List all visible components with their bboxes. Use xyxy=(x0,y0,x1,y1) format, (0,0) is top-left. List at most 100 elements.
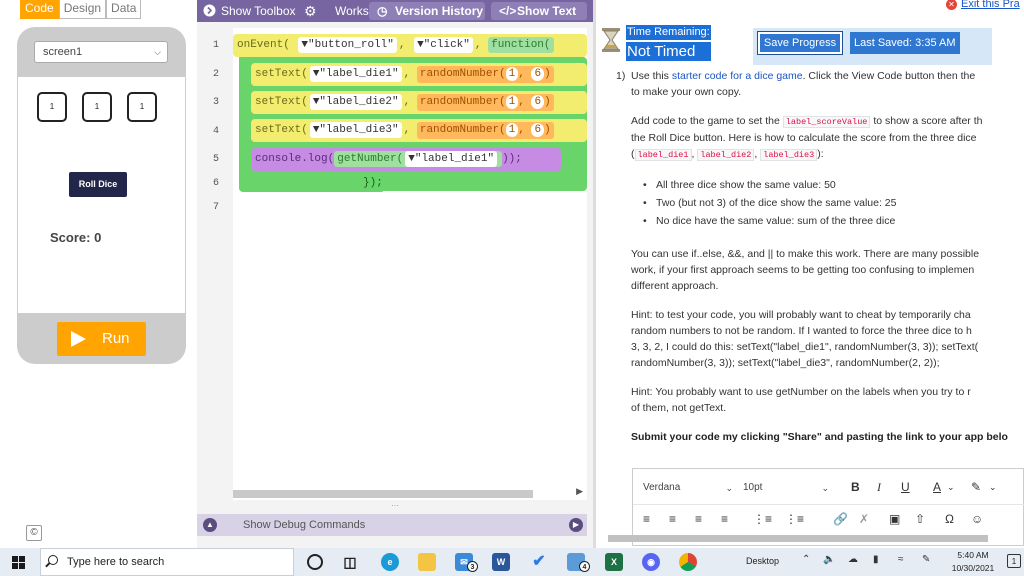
version-history-button[interactable]: ◷ Version History xyxy=(369,2,485,20)
underline-icon[interactable]: U xyxy=(901,478,910,496)
emoji-icon[interactable]: ☺ xyxy=(971,510,983,528)
randomnumber-block[interactable]: randomNumber(1, 6) xyxy=(416,122,554,139)
unlink-icon[interactable]: ✗ xyxy=(859,510,869,528)
dropdown-label-die1[interactable]: ▼"label_die1" xyxy=(309,66,402,82)
edge-icon[interactable]: e xyxy=(381,553,399,571)
number-min[interactable]: 1 xyxy=(505,67,519,81)
debug-bar[interactable]: ▲ Show Debug Commands ▶ xyxy=(197,514,587,536)
file-explorer-icon[interactable] xyxy=(418,553,436,571)
battery-icon[interactable]: ▮ xyxy=(873,554,879,565)
show-debug-commands[interactable]: Show Debug Commands xyxy=(243,514,365,536)
task-view-icon[interactable]: ◫ xyxy=(341,553,359,571)
starter-code-link[interactable]: starter code for a dice game xyxy=(672,70,803,82)
exit-link[interactable]: ✕ Exit this Pra xyxy=(946,0,1020,10)
toolbox-toggle-icon[interactable] xyxy=(203,0,216,22)
copyright-icon[interactable]: © xyxy=(26,525,42,541)
list-item: Two (but not 3) of the dice show the sam… xyxy=(643,194,1024,212)
resize-handle[interactable]: ⋯ xyxy=(385,502,405,510)
todo-icon[interactable]: ✔ xyxy=(530,553,548,571)
chevron-up-icon[interactable]: ▲ xyxy=(203,518,217,532)
bullet-list-icon[interactable]: ⋮≡ xyxy=(753,510,772,528)
chevron-up-icon[interactable]: ⌃ xyxy=(802,554,810,565)
list-item: No dice have the same value: sum of the … xyxy=(643,212,1024,230)
volume-icon[interactable]: 🔈 xyxy=(823,554,835,565)
onevent-keyword: onEvent( xyxy=(237,39,290,51)
number-max[interactable]: 6 xyxy=(531,67,545,81)
upload-icon[interactable]: ⇧ xyxy=(915,510,925,528)
number-max[interactable]: 6 xyxy=(531,95,545,109)
chevron-down-icon[interactable]: ⌄ xyxy=(989,478,997,496)
bold-icon[interactable]: B xyxy=(851,478,860,496)
align-left-icon[interactable]: ≡ xyxy=(643,510,650,528)
desktop-toolbar[interactable]: Desktop xyxy=(746,548,779,575)
excel-icon[interactable]: X xyxy=(605,553,623,571)
show-toolbox-button[interactable]: Show Toolbox xyxy=(221,0,296,22)
save-progress-button[interactable]: Save Progress xyxy=(757,31,843,55)
text-color-icon[interactable]: A xyxy=(933,478,941,496)
show-text-button[interactable]: </> Show Text xyxy=(491,2,587,20)
word-icon[interactable]: W xyxy=(492,553,510,571)
align-center-icon[interactable]: ≡ xyxy=(669,510,676,528)
dropdown-label-die2[interactable]: ▼"label_die2" xyxy=(309,94,402,110)
italic-icon[interactable]: I xyxy=(877,478,881,496)
windows-start-icon[interactable] xyxy=(12,556,25,569)
chrome-icon[interactable] xyxy=(679,553,697,571)
randomnumber-block[interactable]: randomNumber(1, 6) xyxy=(416,66,554,83)
settext-die3-block[interactable]: setText(▼"label_die3", randomNumber(1, 6… xyxy=(251,119,587,142)
horizontal-scrollbar[interactable] xyxy=(596,532,1024,544)
block-editor[interactable]: onEvent( ▼"button_roll", ▼"click", funct… xyxy=(233,28,587,500)
gear-icon[interactable]: ⚙ xyxy=(304,0,317,22)
pen-icon[interactable]: ✎ xyxy=(922,554,930,565)
dropdown-label-die3[interactable]: ▼"label_die3" xyxy=(309,122,402,138)
dropdown-label-die1[interactable]: ▼"label_die1" xyxy=(405,151,498,167)
link-icon[interactable]: 🔗 xyxy=(833,510,848,528)
taskbar-search[interactable]: Type here to search xyxy=(40,548,294,576)
number-max[interactable]: 6 xyxy=(531,123,545,137)
onevent-block[interactable]: onEvent( ▼"button_roll", ▼"click", funct… xyxy=(233,34,587,57)
cortana-icon[interactable] xyxy=(307,554,323,570)
font-family-select[interactable]: Verdana ⌄ xyxy=(643,478,733,498)
notification-center-icon[interactable]: 1 xyxy=(1007,554,1021,568)
wifi-icon[interactable]: ≈ xyxy=(898,554,904,565)
tab-code[interactable]: Code xyxy=(20,0,59,19)
horizontal-scrollbar[interactable]: ▶ xyxy=(233,486,587,500)
chevron-right-icon[interactable]: ▶ xyxy=(569,518,583,532)
function-param[interactable]: function( xyxy=(488,37,554,53)
mode-tabs: Code Design Data xyxy=(20,0,142,19)
scroll-thumb[interactable] xyxy=(608,535,988,542)
scroll-thumb[interactable] xyxy=(233,490,533,498)
settext-die1-block[interactable]: setText(▼"label_die1", randomNumber(1, 6… xyxy=(251,63,587,86)
special-character-icon[interactable]: Ω xyxy=(945,510,954,528)
roll-dice-button[interactable]: Roll Dice xyxy=(69,172,127,197)
font-size-select[interactable]: 10pt ⌄ xyxy=(743,478,829,498)
discord-icon[interactable]: ◉ xyxy=(642,553,660,571)
console-log-block[interactable]: console.log(getNumber(▼"label_die1")); xyxy=(251,148,561,171)
randomnumber-block[interactable]: randomNumber(1, 6) xyxy=(416,94,554,111)
run-button[interactable]: Run xyxy=(57,322,146,356)
numbered-list-icon[interactable]: ⋮≡ xyxy=(785,510,804,528)
scoring-rules-list: All three dice show the same value: 50 T… xyxy=(616,176,1024,230)
tab-design[interactable]: Design xyxy=(58,0,107,19)
scroll-right-icon[interactable]: ▶ xyxy=(576,486,583,497)
dropdown-button-roll[interactable]: ▼"button_roll" xyxy=(298,37,397,53)
workspace-label: Works xyxy=(335,4,369,18)
getnumber-block[interactable]: getNumber(▼"label_die1" xyxy=(334,151,503,167)
align-justify-icon[interactable]: ≡ xyxy=(721,510,728,528)
align-right-icon[interactable]: ≡ xyxy=(695,510,702,528)
cloud-icon[interactable]: ☁ xyxy=(848,554,858,565)
number-min[interactable]: 1 xyxy=(505,95,519,109)
font-family-value: Verdana xyxy=(643,482,681,493)
number-min[interactable]: 1 xyxy=(505,123,519,137)
image-icon[interactable]: ▣ xyxy=(889,510,900,528)
chevron-down-icon[interactable]: ⌄ xyxy=(947,478,955,496)
tab-data[interactable]: Data xyxy=(106,0,142,19)
settext-die2-block[interactable]: setText(▼"label_die2", randomNumber(1, 6… xyxy=(251,91,587,114)
highlight-icon[interactable]: ✎ xyxy=(971,478,981,496)
line-number: 3 xyxy=(213,97,220,108)
system-clock[interactable]: 5:40 AM 10/30/2021 xyxy=(944,548,1002,575)
files-badge: 4 xyxy=(579,561,590,572)
screen-select[interactable]: screen1 ⌵ xyxy=(34,41,168,63)
inline-code: label_die3 xyxy=(760,149,818,161)
dropdown-event-click[interactable]: ▼"click" xyxy=(414,37,473,53)
font-size-value: 10pt xyxy=(743,482,763,493)
